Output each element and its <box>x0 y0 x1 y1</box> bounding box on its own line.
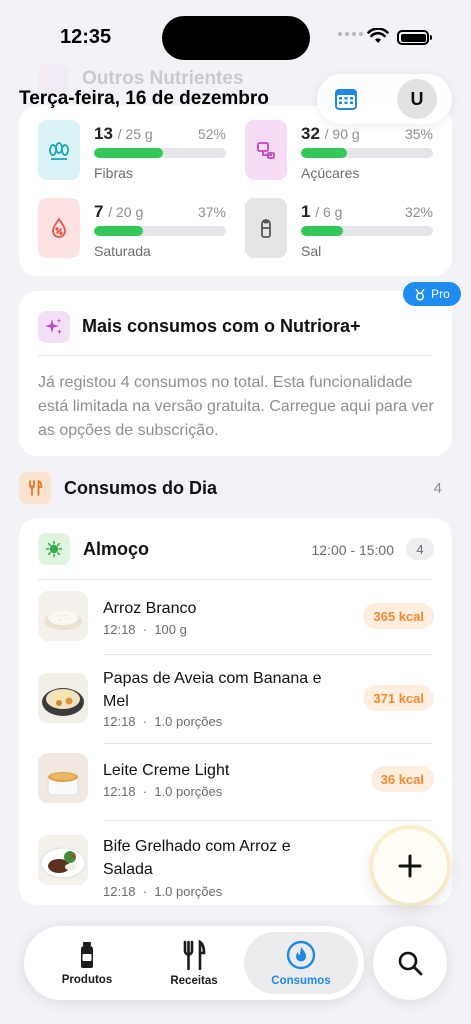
sun-icon <box>38 533 70 565</box>
page-title-date: Terça-feira, 16 de dezembro <box>19 88 269 109</box>
divider <box>38 579 433 580</box>
medal-icon <box>415 288 425 300</box>
nutrient-fibras: 13 / 25 g 52% Fibras <box>38 120 238 182</box>
tab-label: Receitas <box>170 974 218 987</box>
tab-bar: Produtos Receitas Consumos <box>24 926 364 1000</box>
consumos-section-header: Consumos do Dia 4 <box>19 472 444 504</box>
food-meta: 12:18 · 1.0 porções <box>103 784 223 799</box>
food-name: Arroz Branco <box>103 600 197 617</box>
meal-title: Almoço <box>83 539 150 559</box>
food-name: Leite Creme Light <box>103 762 230 779</box>
divider <box>38 355 433 356</box>
add-consumo-button[interactable] <box>373 829 447 903</box>
kcal-badge: 365 kcal <box>363 603 434 629</box>
kcal-badge: 371 kcal <box>363 685 434 711</box>
food-name: Bife Grelhado com Arroz e Salada <box>103 838 291 878</box>
salt-shaker-icon <box>245 198 287 258</box>
nutrient-saturada: 7 / 20 g 37% Saturada <box>38 198 238 260</box>
status-time: 12:35 <box>60 26 112 48</box>
avatar[interactable]: U <box>397 79 437 119</box>
divider <box>103 743 433 744</box>
sugar-cube-icon <box>245 120 287 180</box>
nutrient-sal: 1 / 6 g 32% Sal <box>245 198 445 260</box>
section-count: 4 <box>433 480 442 497</box>
food-item[interactable]: Leite Creme Light 12:18 · 1.0 porções 36… <box>38 753 434 811</box>
progress-bar <box>301 226 433 236</box>
tab-label: Produtos <box>61 973 113 986</box>
fat-drop-icon <box>38 198 80 258</box>
food-meta: 12:18 · 100 g <box>103 622 187 637</box>
food-image-papas-aveia <box>38 673 88 723</box>
sparkles-icon <box>38 311 70 343</box>
food-name: Papas de Aveia com Banana e Mel <box>103 670 322 710</box>
meal-count-badge: 4 <box>406 538 434 560</box>
food-image-leite-creme <box>38 753 88 803</box>
dynamic-island <box>162 16 310 60</box>
signal-icon <box>338 32 363 36</box>
tab-label: Consumos <box>271 974 331 987</box>
flame-icon <box>286 940 316 969</box>
pro-badge: Pro <box>403 282 461 306</box>
tab-produtos[interactable]: Produtos <box>30 932 144 994</box>
section-title: Consumos do Dia <box>64 478 218 498</box>
search-button[interactable] <box>373 926 447 1000</box>
grain-icon <box>38 120 80 180</box>
promo-title: Mais consumos com o Nutriora+ <box>82 316 361 336</box>
progress-bar <box>301 148 433 158</box>
food-meta: 12:18 · 1.0 porções <box>103 714 223 729</box>
plus-icon <box>398 854 422 878</box>
tab-receitas[interactable]: Receitas <box>137 932 251 994</box>
battery-icon <box>397 30 432 45</box>
tab-consumos[interactable]: Consumos <box>244 932 358 994</box>
search-icon <box>398 951 423 976</box>
fork-knife-icon <box>183 939 206 970</box>
food-image-bife <box>38 835 88 885</box>
meal-header[interactable]: Almoço 12:00 - 15:00 4 <box>38 533 434 567</box>
nutrient-acucares: 32 / 90 g 35% Açúcares <box>245 120 445 182</box>
promo-description: Já registou 4 consumos no total. Esta fu… <box>38 374 434 439</box>
nutrients-card: 13 / 25 g 52% Fibras 32 / 90 g 35% Açúca… <box>19 106 452 276</box>
wifi-icon <box>367 28 389 43</box>
calendar-icon <box>335 89 357 110</box>
top-actions: U <box>317 74 452 124</box>
food-meta: 12:18 · 1.0 porções <box>103 884 223 899</box>
food-item[interactable]: Arroz Branco 12:18 · 100 g 365 kcal <box>38 591 434 655</box>
divider <box>103 654 433 655</box>
food-image-arroz <box>38 591 88 641</box>
meal-time-range: 12:00 - 15:00 <box>311 542 394 558</box>
progress-bar <box>94 226 226 236</box>
calendar-button[interactable] <box>333 86 359 112</box>
kcal-badge: 36 kcal <box>370 766 434 792</box>
progress-bar <box>94 148 226 158</box>
bottle-icon <box>81 941 93 968</box>
fork-knife-icon <box>19 472 51 504</box>
food-item[interactable]: Papas de Aveia com Banana e Mel 12:18 · … <box>38 665 434 735</box>
nutriora-plus-card[interactable]: Mais consumos com o Nutriora+ Já registo… <box>19 291 452 456</box>
divider <box>103 820 433 821</box>
